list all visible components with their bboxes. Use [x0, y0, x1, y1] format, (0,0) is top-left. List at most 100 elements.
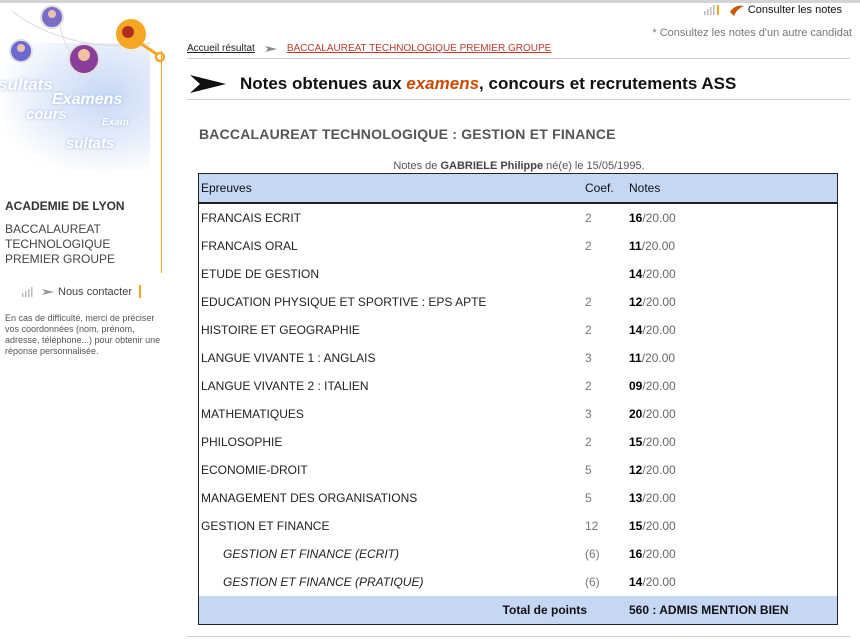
coef-cell: (6)	[585, 575, 600, 589]
subject-cell: EDUCATION PHYSIQUE ET SPORTIVE : EPS APT…	[201, 295, 487, 309]
score-value: 09	[629, 379, 643, 393]
subject-cell: LANGUE VIVANTE 1 : ANGLAIS	[201, 351, 376, 365]
table-row: FRANCAIS ECRIT 2 16/20.00	[199, 204, 837, 232]
coef-cell: 2	[585, 211, 592, 225]
subject-cell: GESTION ET FINANCE	[201, 519, 330, 533]
score-max: /20.00	[642, 519, 676, 533]
header-notes: Notes	[629, 181, 661, 195]
divider	[187, 636, 850, 637]
subject-cell: FRANCAIS ORAL	[201, 239, 298, 253]
score-value: 20	[629, 407, 643, 421]
coef-cell: 2	[585, 323, 592, 337]
score-max: /20.00	[642, 323, 676, 337]
score-value: 16	[629, 211, 643, 225]
score-value: 16	[629, 547, 643, 561]
breadcrumb-home-link[interactable]: Accueil résultat	[187, 43, 255, 54]
subject-cell: FRANCAIS ECRIT	[201, 211, 302, 225]
score-max: /20.00	[642, 211, 676, 225]
table-row: LANGUE VIVANTE 1 : ANGLAIS 3 11/20.00	[199, 344, 837, 372]
table-row: GESTION ET FINANCE 12 15/20.00	[199, 512, 837, 540]
score-value: 15	[629, 519, 643, 533]
total-value: 560 : ADMIS MENTION BIEN	[629, 603, 789, 617]
notes-cell: 12/20.00	[627, 463, 837, 477]
logo-word: sultats	[66, 135, 115, 152]
candidate-birthdate: né(e) le 15/05/1995.	[543, 160, 645, 172]
divider	[187, 99, 850, 100]
coef-cell: 3	[585, 351, 592, 365]
table-header: Epreuves Coef. Notes	[199, 174, 837, 204]
coef-cell: 5	[585, 463, 592, 477]
swoosh-arrow-icon	[42, 288, 54, 295]
score-max: /20.00	[642, 463, 676, 477]
consult-label[interactable]: Consulter les notes	[748, 4, 842, 16]
subject-cell: HISTOIRE ET GEOGRAPHIE	[201, 323, 360, 337]
candidate-prefix: Notes de	[393, 160, 441, 172]
logo-artwork: sultats Examens cours Exam sultats	[0, 3, 172, 178]
score-max: /20.00	[642, 295, 676, 309]
score-max: /20.00	[642, 435, 676, 449]
coef-cell: 2	[585, 239, 592, 253]
contact-link[interactable]: Nous contacter	[22, 285, 141, 298]
table-row: GESTION ET FINANCE (ECRIT) (6) 16/20.00	[199, 540, 837, 568]
title-emphasis: examens	[406, 74, 480, 93]
score-value: 15	[629, 435, 643, 449]
candidate-info: Notes de GABRIELE Philippe né(e) le 15/0…	[199, 160, 839, 172]
score-value: 14	[629, 267, 643, 281]
score-value: 14	[629, 323, 643, 337]
table-row: LANGUE VIVANTE 2 : ITALIEN 2 09/20.00	[199, 372, 837, 400]
subject-cell: ETUDE DE GESTION	[201, 267, 320, 281]
sidebar: sultats Examens cours Exam sultats ACADE…	[0, 3, 172, 644]
signal-bars-icon	[22, 286, 33, 297]
coef-cell: 2	[585, 379, 592, 393]
score-max: /20.00	[642, 407, 676, 421]
consult-notes-link[interactable]: Consulter les notes	[703, 3, 842, 17]
coef-cell: (6)	[585, 547, 600, 561]
notes-cell: 09/20.00	[627, 379, 837, 393]
breadcrumb-arrow-icon	[264, 45, 277, 52]
breadcrumb-current-link[interactable]: BACCALAUREAT TECHNOLOGIQUE PREMIER GROUP…	[287, 43, 552, 54]
notes-cell: 15/20.00	[627, 519, 837, 533]
notes-cell: 20/20.00	[627, 407, 837, 421]
grades-table: Epreuves Coef. Notes FRANCAIS ECRIT 2 16/2…	[198, 173, 838, 625]
subject-cell: GESTION ET FINANCE (ECRIT)	[223, 547, 400, 561]
swoosh-arrow-icon	[729, 5, 744, 16]
table-row: HISTOIRE ET GEOGRAPHIE 2 14/20.00	[199, 316, 837, 344]
score-max: /20.00	[642, 379, 676, 393]
page-title-text: Notes obtenues aux examens, concours et …	[240, 74, 736, 94]
breadcrumb: Accueil résultat BACCALAUREAT TECHNOLOGI…	[187, 43, 551, 54]
page-title: Notes obtenues aux examens, concours et …	[190, 74, 736, 94]
exam-section-title: BACCALAUREAT TECHNOLOGIQUE : GESTION ET …	[199, 126, 616, 142]
candidate-name: GABRIELE Philippe	[440, 160, 544, 172]
avatar-photo	[9, 5, 166, 75]
table-footer: Total de points 560 : ADMIS MENTION BIEN	[199, 596, 837, 624]
total-label: Total de points	[502, 603, 587, 617]
signal-bars-icon	[703, 5, 719, 15]
notes-cell: 11/20.00	[627, 351, 837, 365]
score-value: 11	[629, 239, 642, 253]
contact-label[interactable]: Nous contacter	[58, 286, 132, 298]
title-arrow-icon	[190, 75, 226, 93]
notes-cell: 16/20.00	[627, 211, 837, 225]
logo-word: cours	[26, 106, 67, 123]
coef-cell: 2	[585, 435, 592, 449]
score-max: /20.00	[642, 491, 676, 505]
header-coef: Coef.	[585, 181, 614, 195]
notes-cell: 14/20.00	[627, 323, 837, 337]
score-value: 13	[629, 491, 643, 505]
title-part: , concours et recrutements ASS	[479, 74, 737, 93]
notes-cell: 14/20.00	[627, 267, 837, 281]
subject-cell: MANAGEMENT DES ORGANISATIONS	[201, 491, 418, 505]
subject-cell: ECONOMIE-DROIT	[201, 463, 308, 477]
score-max: /20.00	[642, 575, 676, 589]
score-value: 12	[629, 463, 643, 477]
subject-cell: GESTION ET FINANCE (PRATIQUE)	[223, 575, 424, 589]
table-row: ETUDE DE GESTION 14/20.00	[199, 260, 837, 288]
coef-cell: 3	[585, 407, 592, 421]
academy-name: ACADEMIE DE LYON	[5, 199, 125, 213]
table-row: GESTION ET FINANCE (PRATIQUE) (6) 14/20.00	[199, 568, 837, 596]
score-max: /20.00	[642, 267, 676, 281]
consult-other-link[interactable]: * Consultez les notes d'un autre candida…	[652, 27, 852, 39]
coef-cell: 5	[585, 491, 592, 505]
notes-cell: 12/20.00	[627, 295, 837, 309]
table-row: PHILOSOPHIE 2 15/20.00	[199, 428, 837, 456]
